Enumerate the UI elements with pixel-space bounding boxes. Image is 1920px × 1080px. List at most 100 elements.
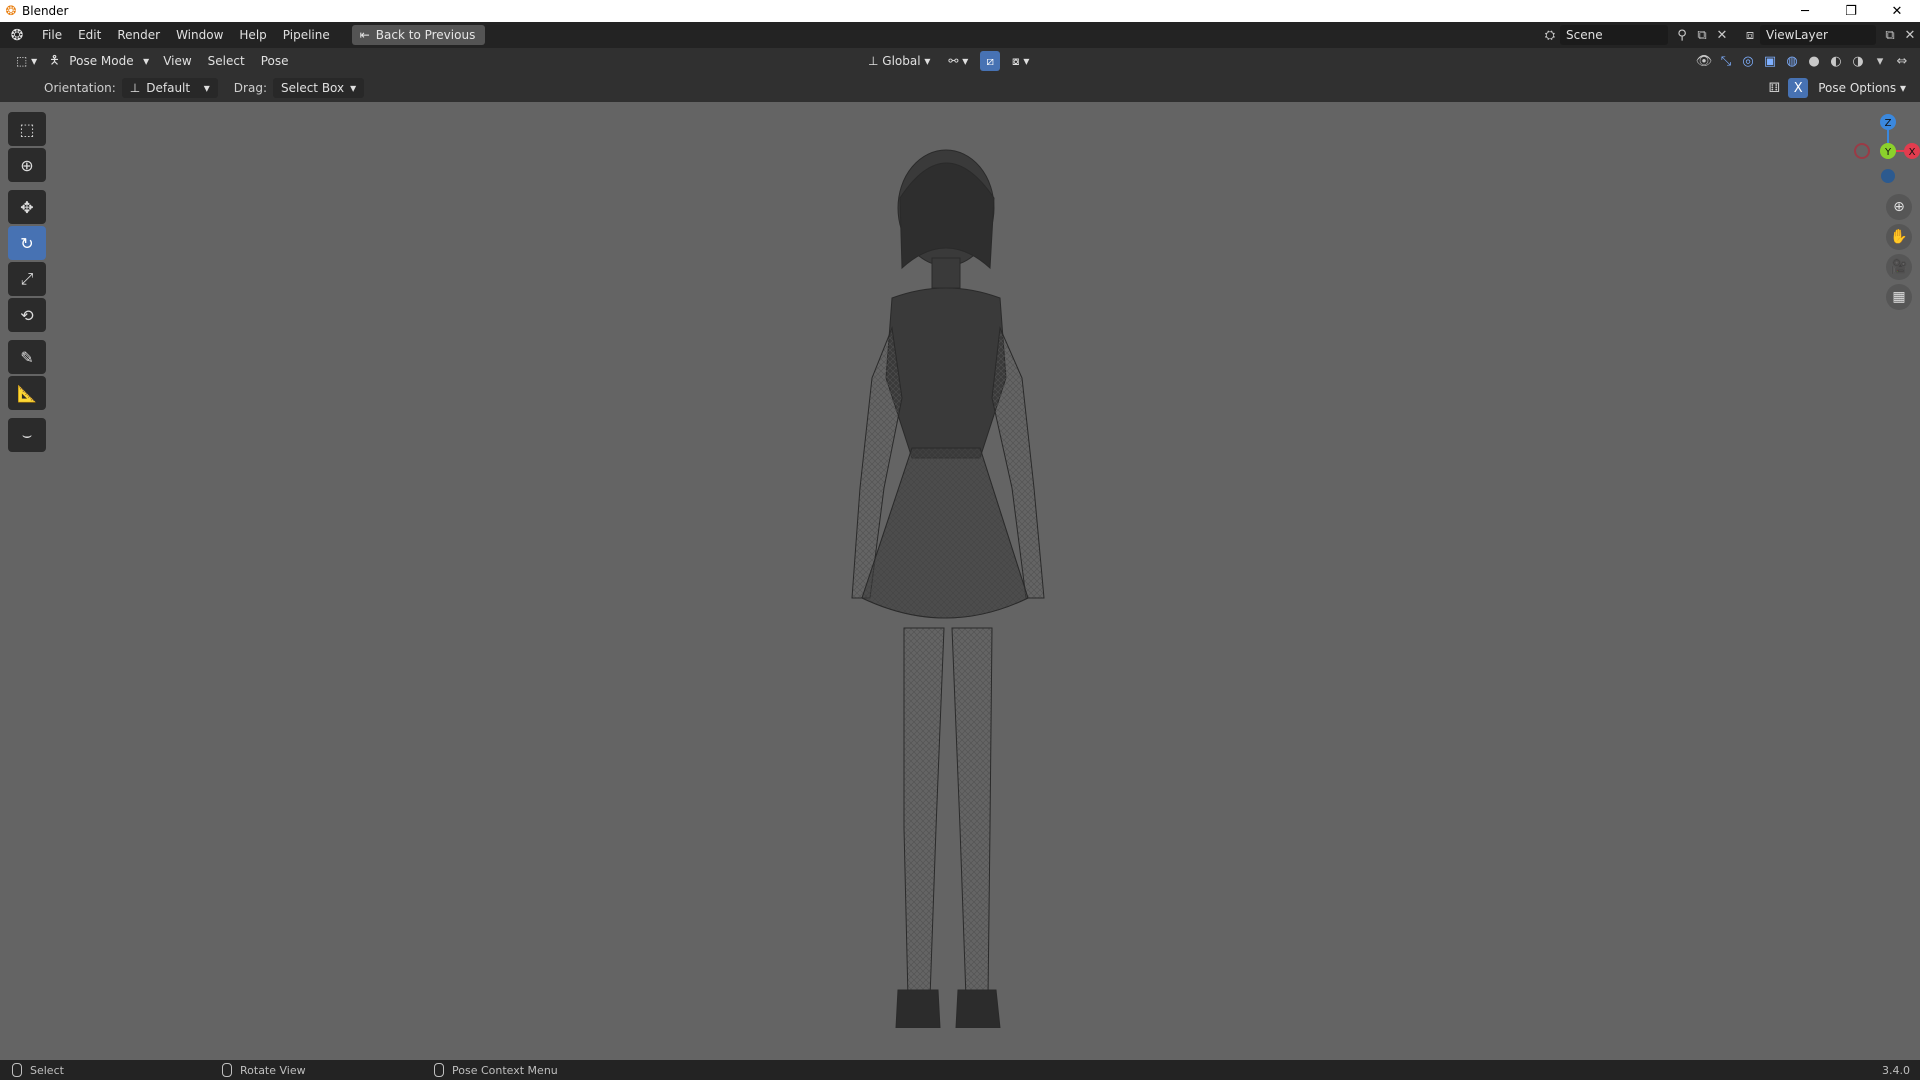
menu-window[interactable]: Window <box>168 22 231 48</box>
chevron-down-icon: ▾ <box>350 81 357 95</box>
pan-hand-icon[interactable]: ✋ <box>1886 224 1912 250</box>
snap-options-dropdown[interactable]: ⧇ ▾ <box>1006 51 1035 71</box>
wireframe-shading-icon[interactable]: ◍ <box>1782 51 1802 71</box>
mode-label: Pose Mode <box>69 54 134 68</box>
left-mouse-icon <box>12 1063 22 1077</box>
status-bar: Select Rotate View Pose Context Menu 3.4… <box>0 1060 1920 1080</box>
menu-help[interactable]: Help <box>231 22 274 48</box>
status-rotate-label: Rotate View <box>240 1063 306 1077</box>
transform-orientation-dropdown[interactable]: ⊥ Global ▾ <box>862 51 936 71</box>
menu-render[interactable]: Render <box>109 22 168 48</box>
character-model-wireframe[interactable] <box>800 128 1100 1028</box>
gizmo-toggle-icon[interactable]: ⤡ <box>1716 51 1736 71</box>
editor-type-icon[interactable]: ⬚ ▾ <box>10 51 43 71</box>
blender-menu-icon[interactable]: ❂ <box>0 26 34 44</box>
scene-name-field[interactable]: Scene <box>1560 25 1668 45</box>
viewport-display-controls: 👁 ⤡ ◎ ▣ ◍ ● ◐ ◑ ▾ ⇔ <box>1694 51 1912 71</box>
overlay-toggle-icon[interactable]: ◎ <box>1738 51 1758 71</box>
orientation-label: Global <box>882 54 921 68</box>
drag-value: Select Box <box>280 81 345 95</box>
move-tool-icon[interactable]: ✥ <box>8 190 46 224</box>
blender-icon: ❂ <box>5 3 17 19</box>
chevron-down-icon: ▾ <box>203 81 210 95</box>
3d-viewport[interactable]: ⬚ ⊕ ✥ ↻ ⤢ ⟲ ✎ 📐 ⌣ Z X Y ⊕ ✋ 🎥 ▦ <box>0 102 1920 1060</box>
right-mouse-icon <box>434 1063 444 1077</box>
pose-options-dropdown[interactable]: Pose Options ▾ <box>1812 78 1912 98</box>
menu-pipeline[interactable]: Pipeline <box>275 22 338 48</box>
menu-view[interactable]: View <box>155 48 199 74</box>
annotate-tool-icon[interactable]: ✎ <box>8 340 46 374</box>
rotate-tool-icon[interactable]: ↻ <box>8 226 46 260</box>
back-to-previous-button[interactable]: ⇤ Back to Previous <box>351 25 486 45</box>
neg-x-axis-handle[interactable] <box>1854 143 1870 159</box>
status-select: Select <box>12 1063 64 1077</box>
y-axis-label: Y <box>1884 147 1892 158</box>
back-to-previous-label: Back to Previous <box>375 28 476 42</box>
scene-name: Scene <box>1566 28 1603 42</box>
rendered-shading-icon[interactable]: ◑ <box>1848 51 1868 71</box>
pin-icon[interactable]: ⚲ <box>1672 25 1692 45</box>
relax-pose-tool-icon[interactable]: ⌣ <box>8 418 46 452</box>
toggle-sidebar-icon[interactable]: ⇔ <box>1892 51 1912 71</box>
x-axis-label: X <box>1909 147 1916 158</box>
window-title: Blender <box>22 4 69 18</box>
status-rotate: Rotate View <box>222 1063 306 1077</box>
top-bar: ❂ File Edit Render Window Help Pipeline … <box>0 22 1920 48</box>
xray-toggle-icon[interactable]: ▣ <box>1760 51 1780 71</box>
pose-mode-icon: 🯅 <box>49 52 60 67</box>
scene-browse-icon[interactable]: ⛭ <box>1540 25 1560 45</box>
select-box-tool-icon[interactable]: ⬚ <box>8 112 46 146</box>
visibility-eye-icon[interactable]: 👁 <box>1694 51 1714 71</box>
snap-toggle[interactable]: ⧄ <box>980 51 1000 71</box>
mirror-icon[interactable]: ⚅ <box>1764 78 1784 98</box>
status-context-label: Pose Context Menu <box>452 1063 558 1077</box>
z-axis-label: Z <box>1885 118 1892 129</box>
viewlayer-browse-icon[interactable]: ⧈ <box>1740 25 1760 45</box>
pose-options-label: Pose Options <box>1818 81 1897 95</box>
scale-tool-icon[interactable]: ⤢ <box>8 262 46 296</box>
minimize-icon[interactable]: ─ <box>1782 0 1828 22</box>
viewport-header: ⬚ ▾ 🯅 Pose Mode ▾ View Select Pose ⊥ Glo… <box>0 48 1920 74</box>
version-label: 3.4.0 <box>1882 1063 1910 1077</box>
perspective-grid-icon[interactable]: ▦ <box>1886 284 1912 310</box>
delete-viewlayer-icon[interactable]: ✕ <box>1900 25 1920 45</box>
new-viewlayer-icon[interactable]: ⧉ <box>1880 25 1900 45</box>
scene-selector-group: ⛭ Scene ⚲ ⧉ ✕ ⧈ ViewLayer ⧉ ✕ <box>1540 22 1920 48</box>
transform-tool-icon[interactable]: ⟲ <box>8 298 46 332</box>
mode-dropdown[interactable]: 🯅 Pose Mode ▾ <box>43 51 155 71</box>
solid-shading-icon[interactable]: ● <box>1804 51 1824 71</box>
restore-icon[interactable]: ❐ <box>1828 0 1874 22</box>
orientation-caption: Orientation: <box>44 81 116 95</box>
drag-dropdown[interactable]: Select Box ▾ <box>272 78 365 98</box>
menu-file[interactable]: File <box>34 22 70 48</box>
viewlayer-name: ViewLayer <box>1766 28 1828 42</box>
orientation-dropdown[interactable]: ⊥ Default ▾ <box>121 78 218 98</box>
orientation-axes-icon: ⊥ <box>868 54 879 68</box>
close-icon[interactable]: ✕ <box>1874 0 1920 22</box>
measure-tool-icon[interactable]: 📐 <box>8 376 46 410</box>
material-shading-icon[interactable]: ◐ <box>1826 51 1846 71</box>
status-context: Pose Context Menu <box>434 1063 558 1077</box>
camera-view-icon[interactable]: 🎥 <box>1886 254 1912 280</box>
pose-options-group: ⚅ X Pose Options ▾ <box>1764 78 1912 98</box>
window-titlebar: ❂ Blender ─ ❐ ✕ <box>0 0 1920 22</box>
axes-icon: ⊥ <box>129 81 141 95</box>
viewlayer-name-field[interactable]: ViewLayer <box>1760 25 1876 45</box>
zoom-icon[interactable]: ⊕ <box>1886 194 1912 220</box>
orientation-value: Default <box>146 81 191 95</box>
navigation-gizmo[interactable]: Z X Y <box>1840 102 1920 192</box>
menu-edit[interactable]: Edit <box>70 22 109 48</box>
new-scene-icon[interactable]: ⧉ <box>1692 25 1712 45</box>
neg-z-axis-handle[interactable] <box>1881 169 1895 183</box>
status-select-label: Select <box>30 1063 64 1077</box>
shading-options-icon[interactable]: ▾ <box>1870 51 1890 71</box>
x-mirror-toggle[interactable]: X <box>1788 78 1809 98</box>
menu-pose[interactable]: Pose <box>253 48 297 74</box>
menu-select[interactable]: Select <box>200 48 253 74</box>
chevron-down-icon: ▾ <box>143 54 150 68</box>
delete-scene-icon[interactable]: ✕ <box>1712 25 1732 45</box>
drag-caption: Drag: <box>233 81 267 95</box>
cursor-tool-icon[interactable]: ⊕ <box>8 148 46 182</box>
tool-shelf: ⬚ ⊕ ✥ ↻ ⤢ ⟲ ✎ 📐 ⌣ <box>8 112 48 454</box>
pivot-point-dropdown[interactable]: ⚯ ▾ <box>942 51 974 71</box>
